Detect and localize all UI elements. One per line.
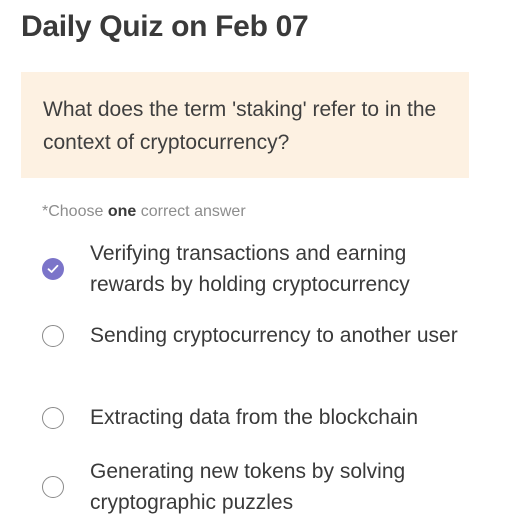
answer-option-label: Sending cryptocurrency to another user bbox=[90, 324, 458, 347]
answer-option-4[interactable]: Generating new tokens by solving cryptog… bbox=[42, 456, 482, 518]
answer-option-1[interactable]: Verifying transactions and earning rewar… bbox=[42, 238, 482, 300]
page-title: Daily Quiz on Feb 07 bbox=[21, 10, 309, 43]
instruction-suffix: correct answer bbox=[136, 203, 246, 220]
answer-option-label: Generating new tokens by solving cryptog… bbox=[90, 460, 406, 514]
radio-empty-icon[interactable] bbox=[42, 406, 64, 429]
instruction-emphasis: one bbox=[107, 203, 137, 220]
check-icon bbox=[47, 264, 59, 273]
radio-empty-icon[interactable] bbox=[42, 476, 64, 498]
radio-empty-icon[interactable] bbox=[42, 324, 64, 347]
question-text: What does the term 'staking' refer to in… bbox=[43, 98, 437, 154]
answer-option-label: Extracting data from the blockchain bbox=[90, 406, 419, 429]
radio-checked-icon[interactable] bbox=[42, 258, 64, 280]
answer-option-2[interactable]: Sending cryptocurrency to another user bbox=[42, 320, 482, 351]
answer-option-label: Verifying transactions and earning rewar… bbox=[90, 242, 410, 296]
instruction-prefix: *Choose bbox=[42, 203, 108, 220]
answer-option-3[interactable]: Extracting data from the blockchain bbox=[42, 402, 482, 433]
answer-instruction: *Choose one correct answer bbox=[42, 203, 246, 221]
question-card: What does the term 'staking' refer to in… bbox=[21, 72, 469, 178]
